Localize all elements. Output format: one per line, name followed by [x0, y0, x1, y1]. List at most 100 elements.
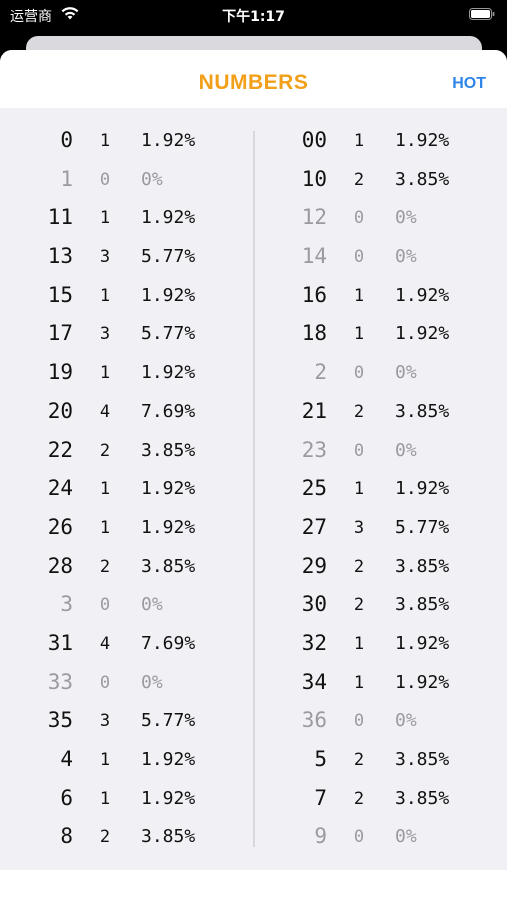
number-row: 8 2 3.85% — [0, 818, 253, 857]
hit-count: 1 — [353, 633, 365, 654]
hit-count: 0 — [353, 247, 365, 268]
number-row: 3 0 0% — [0, 586, 253, 625]
number-value: 33 — [47, 669, 73, 694]
number-value: 13 — [47, 244, 73, 269]
number-row: 18 1 1.92% — [254, 315, 507, 354]
hit-percent: 3.85% — [395, 749, 450, 770]
number-row: 28 2 3.85% — [0, 548, 253, 587]
hit-percent: 0% — [395, 246, 417, 268]
number-value: 4 — [60, 747, 73, 771]
hit-percent: 3.85% — [395, 400, 450, 422]
hit-percent: 0% — [395, 710, 417, 732]
hit-percent: 1.92% — [395, 478, 450, 500]
hit-percent: 0% — [141, 671, 163, 693]
number-value: 30 — [301, 592, 327, 617]
hit-percent: 1.92% — [141, 787, 196, 809]
number-value: 10 — [301, 166, 327, 191]
number-value: 23 — [301, 437, 327, 462]
hit-count: 2 — [99, 440, 111, 461]
number-row: 35 3 5.77% — [0, 702, 253, 741]
hit-percent: 1.92% — [141, 130, 196, 151]
hit-percent: 1.92% — [395, 671, 450, 693]
number-value: 14 — [301, 244, 327, 269]
number-row: 23 0 0% — [254, 432, 507, 471]
hit-count: 0 — [99, 595, 111, 616]
hit-count: 2 — [353, 750, 365, 770]
number-value: 29 — [301, 553, 327, 578]
hit-count: 1 — [99, 479, 111, 500]
number-row: 19 1 1.92% — [0, 354, 253, 393]
number-row: 16 1 1.92% — [254, 277, 507, 316]
hit-count: 1 — [353, 479, 365, 500]
hit-count: 1 — [99, 788, 111, 809]
number-value: 31 — [47, 630, 73, 655]
hit-percent: 1.92% — [395, 284, 450, 306]
number-row: 29 2 3.85% — [254, 548, 507, 587]
hit-count: 3 — [353, 517, 365, 538]
number-row: 14 0 0% — [254, 238, 507, 277]
hit-count: 3 — [99, 711, 111, 732]
number-row: 25 1 1.92% — [254, 470, 507, 509]
number-value: 21 — [301, 398, 327, 423]
number-value: 2 — [314, 360, 327, 385]
hit-percent: 0% — [141, 594, 163, 616]
hit-count: 0 — [353, 363, 365, 384]
number-value: 3 — [60, 592, 73, 617]
hit-percent: 1.92% — [141, 207, 196, 229]
number-value: 36 — [301, 708, 327, 733]
hit-count: 0 — [99, 169, 111, 190]
hit-count: 1 — [353, 672, 365, 693]
hit-count: 2 — [353, 169, 365, 190]
hit-percent: 7.69% — [141, 632, 196, 654]
hit-percent: 7.69% — [141, 400, 196, 422]
number-value: 35 — [47, 708, 73, 733]
hit-percent: 3.85% — [395, 555, 450, 577]
hit-percent: 1.92% — [141, 749, 196, 770]
number-row: 31 4 7.69% — [0, 625, 253, 664]
hit-count: 1 — [99, 750, 111, 770]
number-value: 1 — [60, 166, 73, 191]
hit-count: 2 — [99, 556, 111, 577]
hit-count: 1 — [99, 208, 111, 229]
hit-count: 1 — [99, 363, 111, 384]
hit-percent: 5.77% — [141, 246, 196, 268]
hit-percent: 1.92% — [141, 362, 196, 384]
hit-percent: 5.77% — [141, 323, 196, 345]
number-value: 28 — [47, 553, 73, 578]
hit-percent: 1.92% — [141, 284, 196, 306]
number-row: 32 1 1.92% — [254, 625, 507, 664]
number-row: 7 2 3.85% — [254, 780, 507, 819]
hit-percent: 0% — [395, 439, 417, 461]
hit-count: 0 — [353, 711, 365, 732]
number-row: 15 1 1.92% — [0, 277, 253, 316]
hit-count: 2 — [353, 556, 365, 577]
left-column: 0 1 1.92% 1 0 0% 11 1 1.92% 13 3 5.77% 15 1 1.92% 17 3 5.… — [0, 122, 253, 857]
number-value: 34 — [301, 669, 327, 694]
hit-percent: 5.77% — [141, 710, 196, 732]
number-row: 10 2 3.85% — [254, 161, 507, 200]
number-row: 6 1 1.92% — [0, 780, 253, 819]
hit-percent: 3.85% — [141, 826, 196, 848]
hit-count: 3 — [99, 247, 111, 268]
hit-count: 2 — [99, 827, 111, 848]
numbers-sheet: NUMBERS HOT 0 1 1.92% 1 0 0% 11 1 1.92% 13 3 5.77% 1… — [0, 50, 507, 900]
number-value: 9 — [314, 824, 327, 849]
hot-button[interactable]: HOT — [452, 75, 486, 93]
status-time: 下午1:17 — [222, 9, 285, 25]
number-row: 13 3 5.77% — [0, 238, 253, 277]
number-row: 9 0 0% — [254, 818, 507, 857]
number-row: 0 1 1.92% — [0, 122, 253, 161]
number-value: 25 — [301, 476, 327, 501]
number-row: 1 0 0% — [0, 161, 253, 200]
right-column: 00 1 1.92% 10 2 3.85% 12 0 0% 14 0 0% 16 1 1.92% 18 1 1.9… — [254, 122, 507, 857]
hit-percent: 1.92% — [395, 130, 450, 151]
hit-percent: 3.85% — [395, 168, 450, 190]
numbers-list[interactable]: 0 1 1.92% 1 0 0% 11 1 1.92% 13 3 5.77% 15 1 1.92% 17 3 5.… — [0, 108, 507, 870]
number-value: 7 — [314, 785, 327, 810]
number-value: 32 — [301, 630, 327, 655]
number-value: 15 — [47, 282, 73, 307]
number-row: 17 3 5.77% — [0, 315, 253, 354]
hit-count: 4 — [99, 633, 111, 654]
bottom-area — [0, 870, 507, 900]
number-row: 21 2 3.85% — [254, 393, 507, 432]
